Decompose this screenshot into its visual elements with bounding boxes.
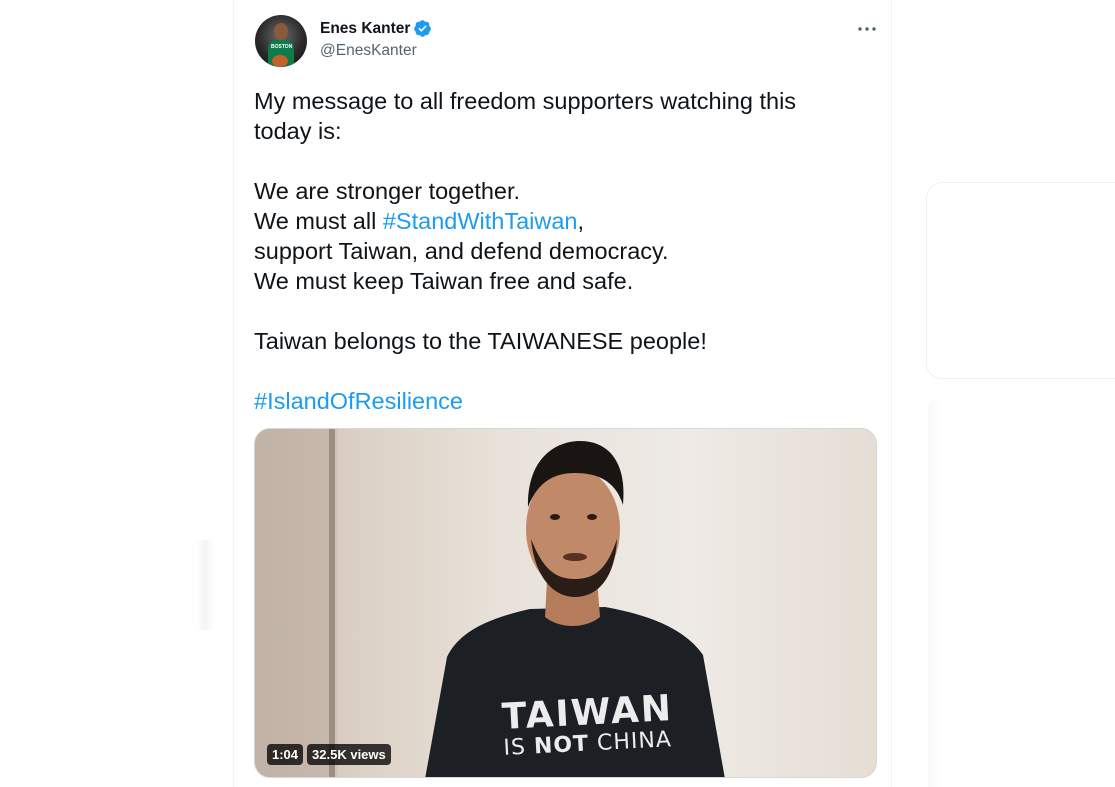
tweet-text-line: Taiwan belongs to the TAIWANESE people! [254, 326, 874, 356]
verified-badge-icon [414, 20, 432, 37]
tweet-text-segment: My message to all freedom supporters wat… [254, 88, 797, 114]
sidebar-card [926, 182, 1115, 379]
hashtag-link[interactable]: #IslandOfResilience [254, 388, 463, 414]
shirt-print-not: NOT [533, 731, 590, 760]
tweet-text-line: #IslandOfResilience [254, 386, 874, 416]
tweet: BOSTON Enes Kanter @EnesKanter My messag… [233, 0, 892, 787]
shirt-print-china: CHINA [588, 727, 673, 757]
hashtag-link[interactable]: #StandWithTaiwan [383, 208, 578, 234]
tweet-text-line: We must all #StandWithTaiwan, [254, 206, 874, 236]
tweet-text-line: We must keep Taiwan free and safe. [254, 266, 874, 296]
video-player[interactable]: TAIWAN IS NOT CHINA 1:04 32.5K views [254, 428, 877, 778]
person-eye-right [587, 514, 597, 520]
person-mouth [563, 553, 587, 561]
avatar-ball [272, 55, 288, 67]
door-frame [329, 429, 335, 777]
author-name-text: Enes Kanter [320, 19, 411, 37]
tweet-text-segment: We must keep Taiwan free and safe. [254, 268, 634, 294]
tweet-text-segment: today is: [254, 118, 342, 144]
more-dots-icon [858, 27, 876, 31]
tweet-text-line: today is: [254, 116, 874, 146]
tweet-text-segment: Taiwan belongs to the TAIWANESE people! [254, 328, 707, 354]
background-column-left [196, 540, 214, 630]
wall-shadow [255, 429, 329, 777]
avatar-jersey-text: BOSTON [271, 44, 293, 50]
video-duration-badge: 1:04 [267, 744, 304, 765]
tweet-text-segment: We must all [254, 208, 383, 234]
tweet-text-segment: , [577, 208, 585, 234]
video-views-badge: 32.5K views [307, 744, 391, 765]
shirt-print-is: IS [502, 734, 535, 761]
tweet-text-line: support Taiwan, and defend democracy. [254, 236, 874, 266]
person-eye-left [550, 514, 560, 520]
avatar[interactable]: BOSTON [255, 15, 307, 67]
tweet-text: My message to all freedom supporters wat… [254, 86, 874, 416]
tweet-text-segment: support Taiwan, and defend democracy. [254, 238, 669, 264]
tweet-text-line: We are stronger together. [254, 176, 874, 206]
tweet-text-segment: We are stronger together. [254, 178, 521, 204]
author-handle[interactable]: @EnesKanter [320, 42, 417, 60]
tweet-text-line: My message to all freedom supporters wat… [254, 86, 874, 116]
more-options-button[interactable] [852, 14, 882, 44]
avatar-head [274, 23, 288, 40]
sidebar-strip [928, 398, 942, 787]
author-name[interactable]: Enes Kanter [320, 19, 432, 38]
video-badges: 1:04 32.5K views [267, 744, 391, 765]
shirt-print: TAIWAN IS NOT CHINA [501, 688, 694, 761]
door-frame-highlight [335, 429, 338, 777]
